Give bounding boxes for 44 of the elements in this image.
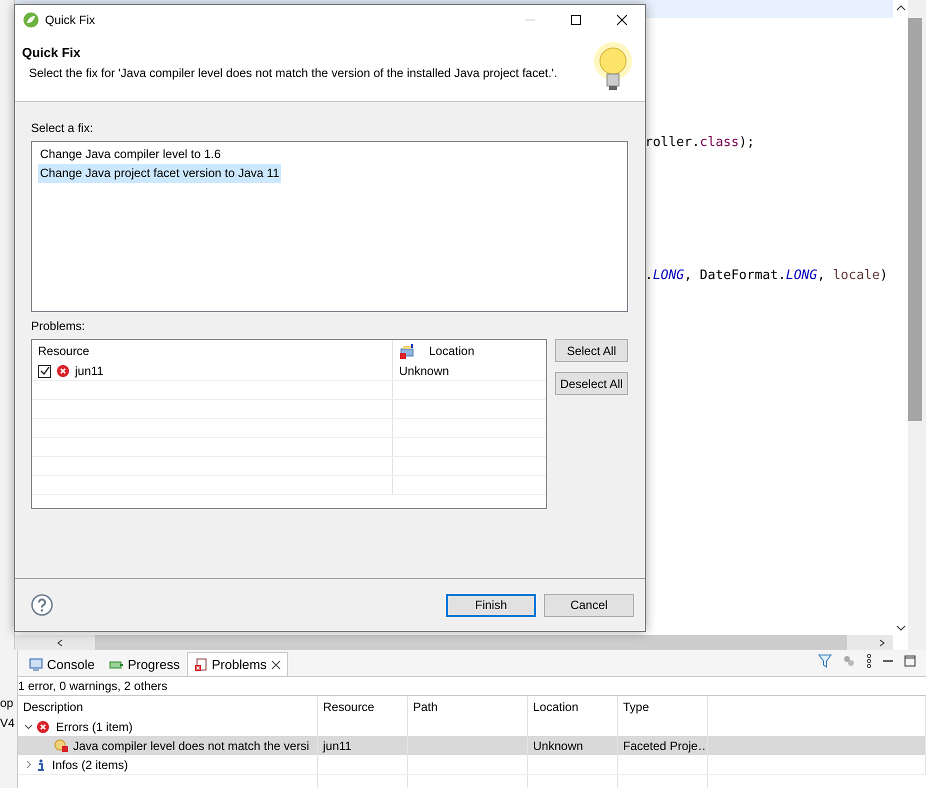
leaf-logo-icon	[23, 12, 39, 28]
side-label: V4	[0, 716, 16, 730]
monitor-icon	[29, 658, 43, 671]
filter-icon[interactable]	[818, 654, 832, 668]
menu-icon[interactable]	[866, 654, 872, 668]
table-cell: jun11	[75, 364, 104, 378]
fix-item[interactable]: Change Java project facet version to Java 11	[38, 164, 282, 183]
maximize-icon[interactable]	[904, 655, 916, 667]
column-header[interactable]: Location	[393, 340, 546, 362]
panel-tab[interactable]: Progress	[102, 652, 187, 676]
dialog-heading: Quick Fix	[22, 45, 82, 60]
chevron-right-icon[interactable]	[24, 760, 33, 769]
column-header[interactable]: Resource	[32, 340, 393, 362]
panel-tab[interactable]: Console	[22, 652, 102, 676]
maximize-icon[interactable]	[571, 15, 581, 25]
window-title: Quick Fix	[45, 13, 96, 27]
fix-item[interactable]: Change Java compiler level to 1.6	[38, 145, 223, 164]
dialog-button[interactable]: Cancel	[544, 594, 634, 616]
close-icon[interactable]	[617, 15, 627, 25]
help-icon[interactable]	[31, 594, 53, 616]
dialog-description: Select the fix for 'Java compiler level does not match the version of the installed Java project facet.'.	[28, 66, 558, 80]
problem-row[interactable]: Java compiler level does not match the versi jun11 Unknown Faceted Proje…	[18, 736, 926, 755]
progress-bar-icon	[108, 658, 124, 670]
scrollbar-thumb[interactable]	[95, 635, 847, 650]
table-cell: Unknown	[399, 364, 450, 378]
error-icon	[57, 365, 69, 377]
checkbox[interactable]	[38, 364, 51, 378]
panel-tab[interactable]: Problems	[186, 652, 288, 676]
info-icon	[37, 758, 45, 770]
close-icon[interactable]	[270, 660, 281, 670]
tree-group[interactable]: Infos (2 items)	[18, 755, 318, 774]
chevron-down-icon[interactable]	[24, 722, 33, 731]
side-label: op	[0, 696, 14, 710]
code-line: .LONG, DateFormat.LONG, locale)	[645, 267, 888, 285]
error-icon	[37, 720, 49, 732]
problems-label: Problems:	[31, 319, 86, 333]
dots-icon[interactable]	[842, 654, 856, 668]
code-line: roller.class);	[645, 134, 755, 152]
scrollbar-thumb[interactable]	[908, 18, 922, 421]
select-button[interactable]: Deselect All	[555, 372, 628, 395]
select-button[interactable]: Select All	[555, 339, 628, 362]
dialog-button[interactable]: Finish	[446, 594, 536, 616]
fix-list-label: Select a fix:	[31, 121, 94, 135]
problems-icon	[194, 658, 208, 672]
